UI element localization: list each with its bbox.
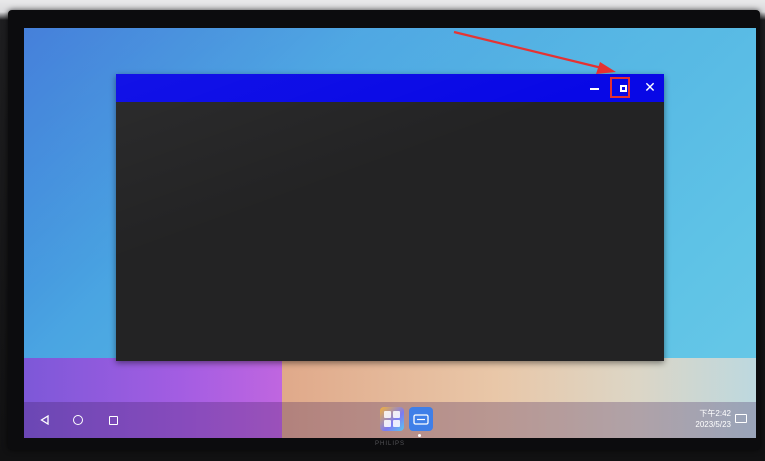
- meeting-app-icon[interactable]: [409, 407, 433, 431]
- recent-apps-button[interactable]: [104, 411, 122, 429]
- back-triangle-icon: [40, 415, 49, 425]
- home-circle-icon: [73, 415, 83, 425]
- app-tile: [384, 411, 391, 418]
- arrow-head: [596, 62, 616, 74]
- photo-scene: PHILIPS ✕ 下午2:42 2023/5/23: [0, 0, 765, 461]
- arrow-shaft: [453, 30, 607, 71]
- home-button[interactable]: [69, 411, 87, 429]
- window-titlebar[interactable]: ✕: [116, 74, 664, 102]
- app-tile: [393, 411, 400, 418]
- maximize-button[interactable]: [611, 76, 635, 100]
- display-screen: ✕ 下午2:42 2023/5/23: [24, 28, 756, 438]
- system-navbar: 下午2:42 2023/5/23: [24, 402, 756, 438]
- recent-apps-square-icon: [108, 415, 118, 425]
- app-tile: [384, 420, 391, 427]
- clock-time: 下午2:42: [699, 409, 731, 418]
- monitor-brand-label: PHILIPS: [374, 441, 405, 447]
- back-button[interactable]: [36, 411, 54, 429]
- clock-date: 2023/5/23: [695, 420, 731, 429]
- screen-icon[interactable]: [735, 414, 747, 423]
- running-indicator-dot: [418, 434, 421, 437]
- minimize-button[interactable]: [582, 76, 606, 100]
- meeting-glyph: [413, 414, 429, 425]
- app-launcher-icon[interactable]: [380, 407, 404, 431]
- app-tile: [393, 420, 400, 427]
- close-icon: ✕: [644, 80, 656, 96]
- close-button[interactable]: ✕: [638, 76, 662, 100]
- app-window[interactable]: ✕: [116, 74, 664, 361]
- minimize-icon: [589, 88, 599, 90]
- status-clock: 下午2:42 2023/5/23: [669, 408, 731, 430]
- window-content-area[interactable]: [116, 102, 664, 361]
- maximize-icon: [619, 84, 627, 92]
